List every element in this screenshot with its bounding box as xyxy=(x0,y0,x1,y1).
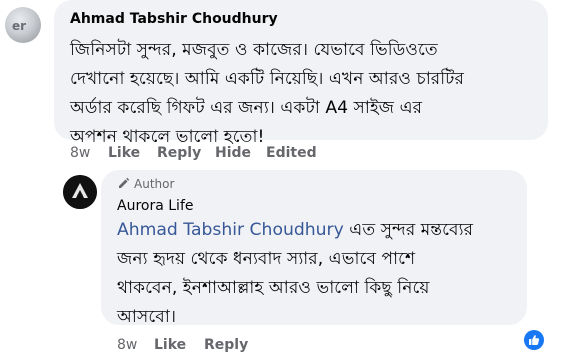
author-badge: Author xyxy=(117,177,174,191)
reply-text-line: জন্য হৃদয় থেকে ধন্যবাদ স্যার, এভাবে পাশ… xyxy=(117,249,416,269)
reply-button[interactable]: Reply xyxy=(157,145,201,161)
page-avatar[interactable] xyxy=(63,175,97,209)
like-button[interactable]: Like xyxy=(154,337,186,353)
reply-text-fragment: এত সুন্দর মন্তব্যের xyxy=(343,220,474,240)
reply-text-line: আসবো। xyxy=(117,307,177,327)
reply-timestamp[interactable]: 8w xyxy=(117,337,137,353)
comment-timestamp[interactable]: 8w xyxy=(70,145,90,161)
reply-actions: 8w Like Reply xyxy=(0,337,577,357)
reply-text-line: Ahmad Tabshir Choudhury এত সুন্দর মন্তব্… xyxy=(117,216,519,245)
mention-link[interactable]: Ahmad Tabshir Choudhury xyxy=(117,220,344,240)
commenter-avatar[interactable]: er xyxy=(5,7,41,43)
comment-text-line: জিনিসটা সুন্দর, মজবুত ও কাজের। যেভাবে ভি… xyxy=(70,40,438,60)
reply-author-name[interactable]: Aurora Life xyxy=(117,198,193,214)
reply-text-line: থাকবেন, ইনশাআল্লাহ আরও ভালো কিছু নিয়ে xyxy=(117,278,430,298)
hide-button[interactable]: Hide xyxy=(215,145,251,161)
comment-text-line: দেখানো হয়েছে। আমি একটি নিয়েছি। এখন আরও… xyxy=(70,69,464,89)
reply-text: Ahmad Tabshir Choudhury এত সুন্দর মন্তব্… xyxy=(117,216,519,332)
comment-text: জিনিসটা সুন্দর, মজবুত ও কাজের। যেভাবে ভি… xyxy=(70,36,540,152)
pencil-icon xyxy=(119,177,130,188)
comment-actions: 8w Like Reply Hide Edited xyxy=(0,145,577,165)
aurora-logo-icon xyxy=(63,175,97,209)
avatar-image: er xyxy=(12,19,27,33)
author-badge-label: Author xyxy=(134,177,175,191)
comment-author-name[interactable]: Ahmad Tabshir Choudhury xyxy=(70,11,278,27)
comment-text-line: অর্ডার করেছি গিফট এর জন্য। একটা A4 সাইজ … xyxy=(70,98,423,118)
reply-button[interactable]: Reply xyxy=(204,337,248,353)
edited-label[interactable]: Edited xyxy=(266,145,317,161)
like-button[interactable]: Like xyxy=(108,145,140,161)
